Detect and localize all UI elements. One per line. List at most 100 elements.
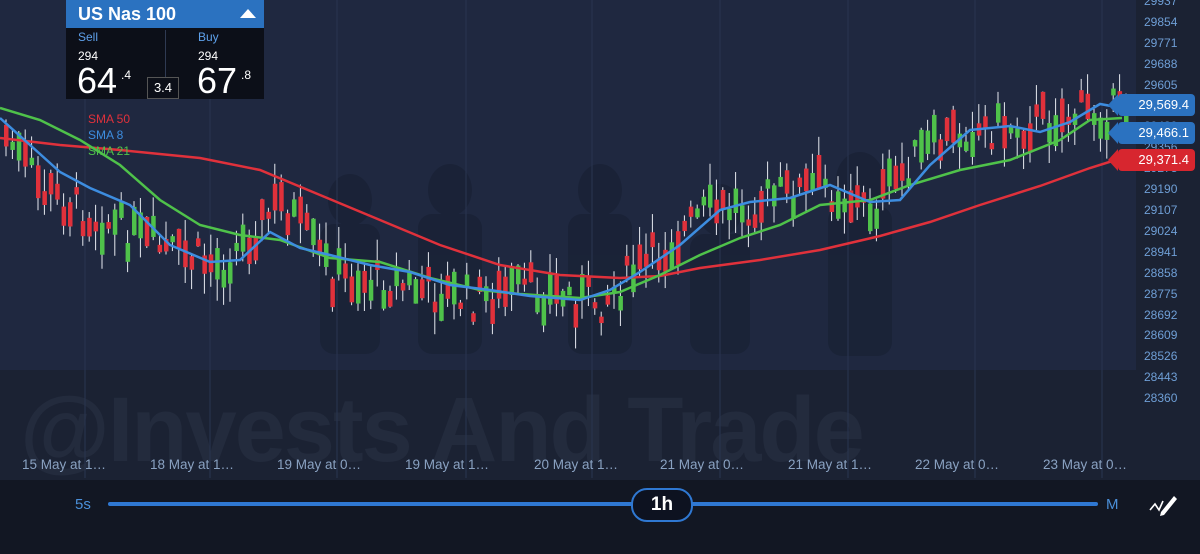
time-axis-label: 22 May at 0… <box>915 457 1000 472</box>
candle-down <box>93 221 99 232</box>
timeframe-slider-knob[interactable]: 1h <box>631 488 693 522</box>
candle-up <box>740 205 745 223</box>
candle-up <box>701 196 707 206</box>
candle-down <box>362 270 367 293</box>
candle-up <box>100 222 105 255</box>
candle-down <box>189 256 195 270</box>
price-axis-label: 29024 <box>1144 223 1178 238</box>
candle-down <box>989 143 995 150</box>
buy-price-main: 67 <box>197 60 238 101</box>
candle-up <box>912 140 918 147</box>
candle-down <box>272 183 278 211</box>
candle-down <box>605 295 611 305</box>
candle-up <box>874 208 879 229</box>
candle-down <box>1034 104 1039 117</box>
timeframe-bar <box>0 480 1200 554</box>
candle-up <box>119 201 124 218</box>
candle-down <box>797 177 803 188</box>
candle-down <box>522 278 527 285</box>
candle-down <box>420 279 425 299</box>
time-axis-label: 20 May at 1… <box>534 457 619 472</box>
legend-sma-21: SMA 21 <box>88 144 131 158</box>
candle-up <box>125 243 131 262</box>
candle-up <box>1098 117 1103 139</box>
candle-up <box>10 141 15 150</box>
price-axis-label: 28692 <box>1144 307 1178 322</box>
candle-up <box>221 269 227 288</box>
candle-down <box>23 141 28 167</box>
timeframe-max-label[interactable]: M <box>1106 496 1119 513</box>
candle-down <box>388 290 393 307</box>
sma-50-line <box>0 136 1123 280</box>
price-marker-current: 29,466.1 <box>1108 122 1195 144</box>
candle-up <box>1015 128 1020 138</box>
sell-price-fraction: .4 <box>121 68 132 82</box>
price-marker-sma8: 29,569.4 <box>1108 94 1195 116</box>
candle-up <box>509 267 515 295</box>
candle-down <box>36 165 41 199</box>
candle-up <box>336 248 342 275</box>
price-axis-label: 28360 <box>1144 391 1178 406</box>
candle-down <box>1079 90 1084 103</box>
candle-up <box>452 271 457 305</box>
candle-down <box>61 206 67 226</box>
candle-down <box>432 301 438 313</box>
candle-up <box>733 188 739 214</box>
spread-value: 3.4 <box>147 77 179 99</box>
candle-down <box>1040 91 1046 119</box>
candle-down <box>1002 116 1007 149</box>
candle-down <box>496 270 502 299</box>
time-axis-label: 19 May at 0… <box>277 457 362 472</box>
time-axis-label: 19 May at 1… <box>405 457 490 472</box>
price-axis-label: 28526 <box>1144 349 1178 364</box>
candle-down <box>650 232 655 248</box>
candle-down <box>900 163 905 181</box>
caret-up-icon[interactable] <box>240 9 256 18</box>
candle-up <box>618 296 623 311</box>
buy-button[interactable]: Buy 294 67 .8 <box>166 28 264 101</box>
candle-up <box>368 279 374 301</box>
candle-down <box>1028 123 1033 153</box>
candle-down <box>183 240 188 268</box>
candle-down <box>573 304 579 328</box>
candle-down <box>490 299 495 324</box>
price-axis-label: 28609 <box>1144 328 1178 343</box>
candle-up <box>541 297 547 326</box>
price-axis-label: 29937 <box>1144 0 1178 8</box>
candle-down <box>298 196 303 224</box>
time-axis-label: 21 May at 1… <box>788 457 873 472</box>
candle-up <box>708 184 713 208</box>
candle-up <box>170 236 175 243</box>
candle-up <box>791 197 796 220</box>
candle-down <box>208 254 214 273</box>
candle-down <box>55 183 60 200</box>
candle-down <box>74 187 79 195</box>
candle-up <box>381 290 387 309</box>
candle-down <box>4 124 9 147</box>
candle-down <box>80 221 86 237</box>
timeframe-slider-track[interactable] <box>108 502 1098 506</box>
candle-up <box>925 130 931 154</box>
candle-down <box>330 278 335 308</box>
timeframe-min-label[interactable]: 5s <box>75 496 91 513</box>
candle-down <box>893 165 899 190</box>
candle-up <box>240 224 246 252</box>
candle-down <box>624 255 630 266</box>
candle-up <box>810 173 815 191</box>
price-axis-label: 29854 <box>1144 14 1178 29</box>
candle-down <box>944 117 950 142</box>
sell-price-main: 64 <box>77 60 118 101</box>
time-axis-label: 15 May at 1… <box>22 457 107 472</box>
candle-down <box>746 219 751 226</box>
price-axis-label: 29107 <box>1144 203 1178 217</box>
pen-icon[interactable] <box>1146 490 1178 518</box>
candle-up <box>567 286 572 296</box>
candle-up <box>868 203 873 232</box>
buy-label: Buy <box>198 30 219 44</box>
candle-up <box>228 262 233 284</box>
time-axis-label: 23 May at 0… <box>1043 457 1128 472</box>
price-axis-label: 29190 <box>1144 182 1178 197</box>
instrument-header[interactable]: US Nas 100 <box>66 0 264 28</box>
candle-down <box>720 189 726 210</box>
candle-down <box>682 220 687 232</box>
